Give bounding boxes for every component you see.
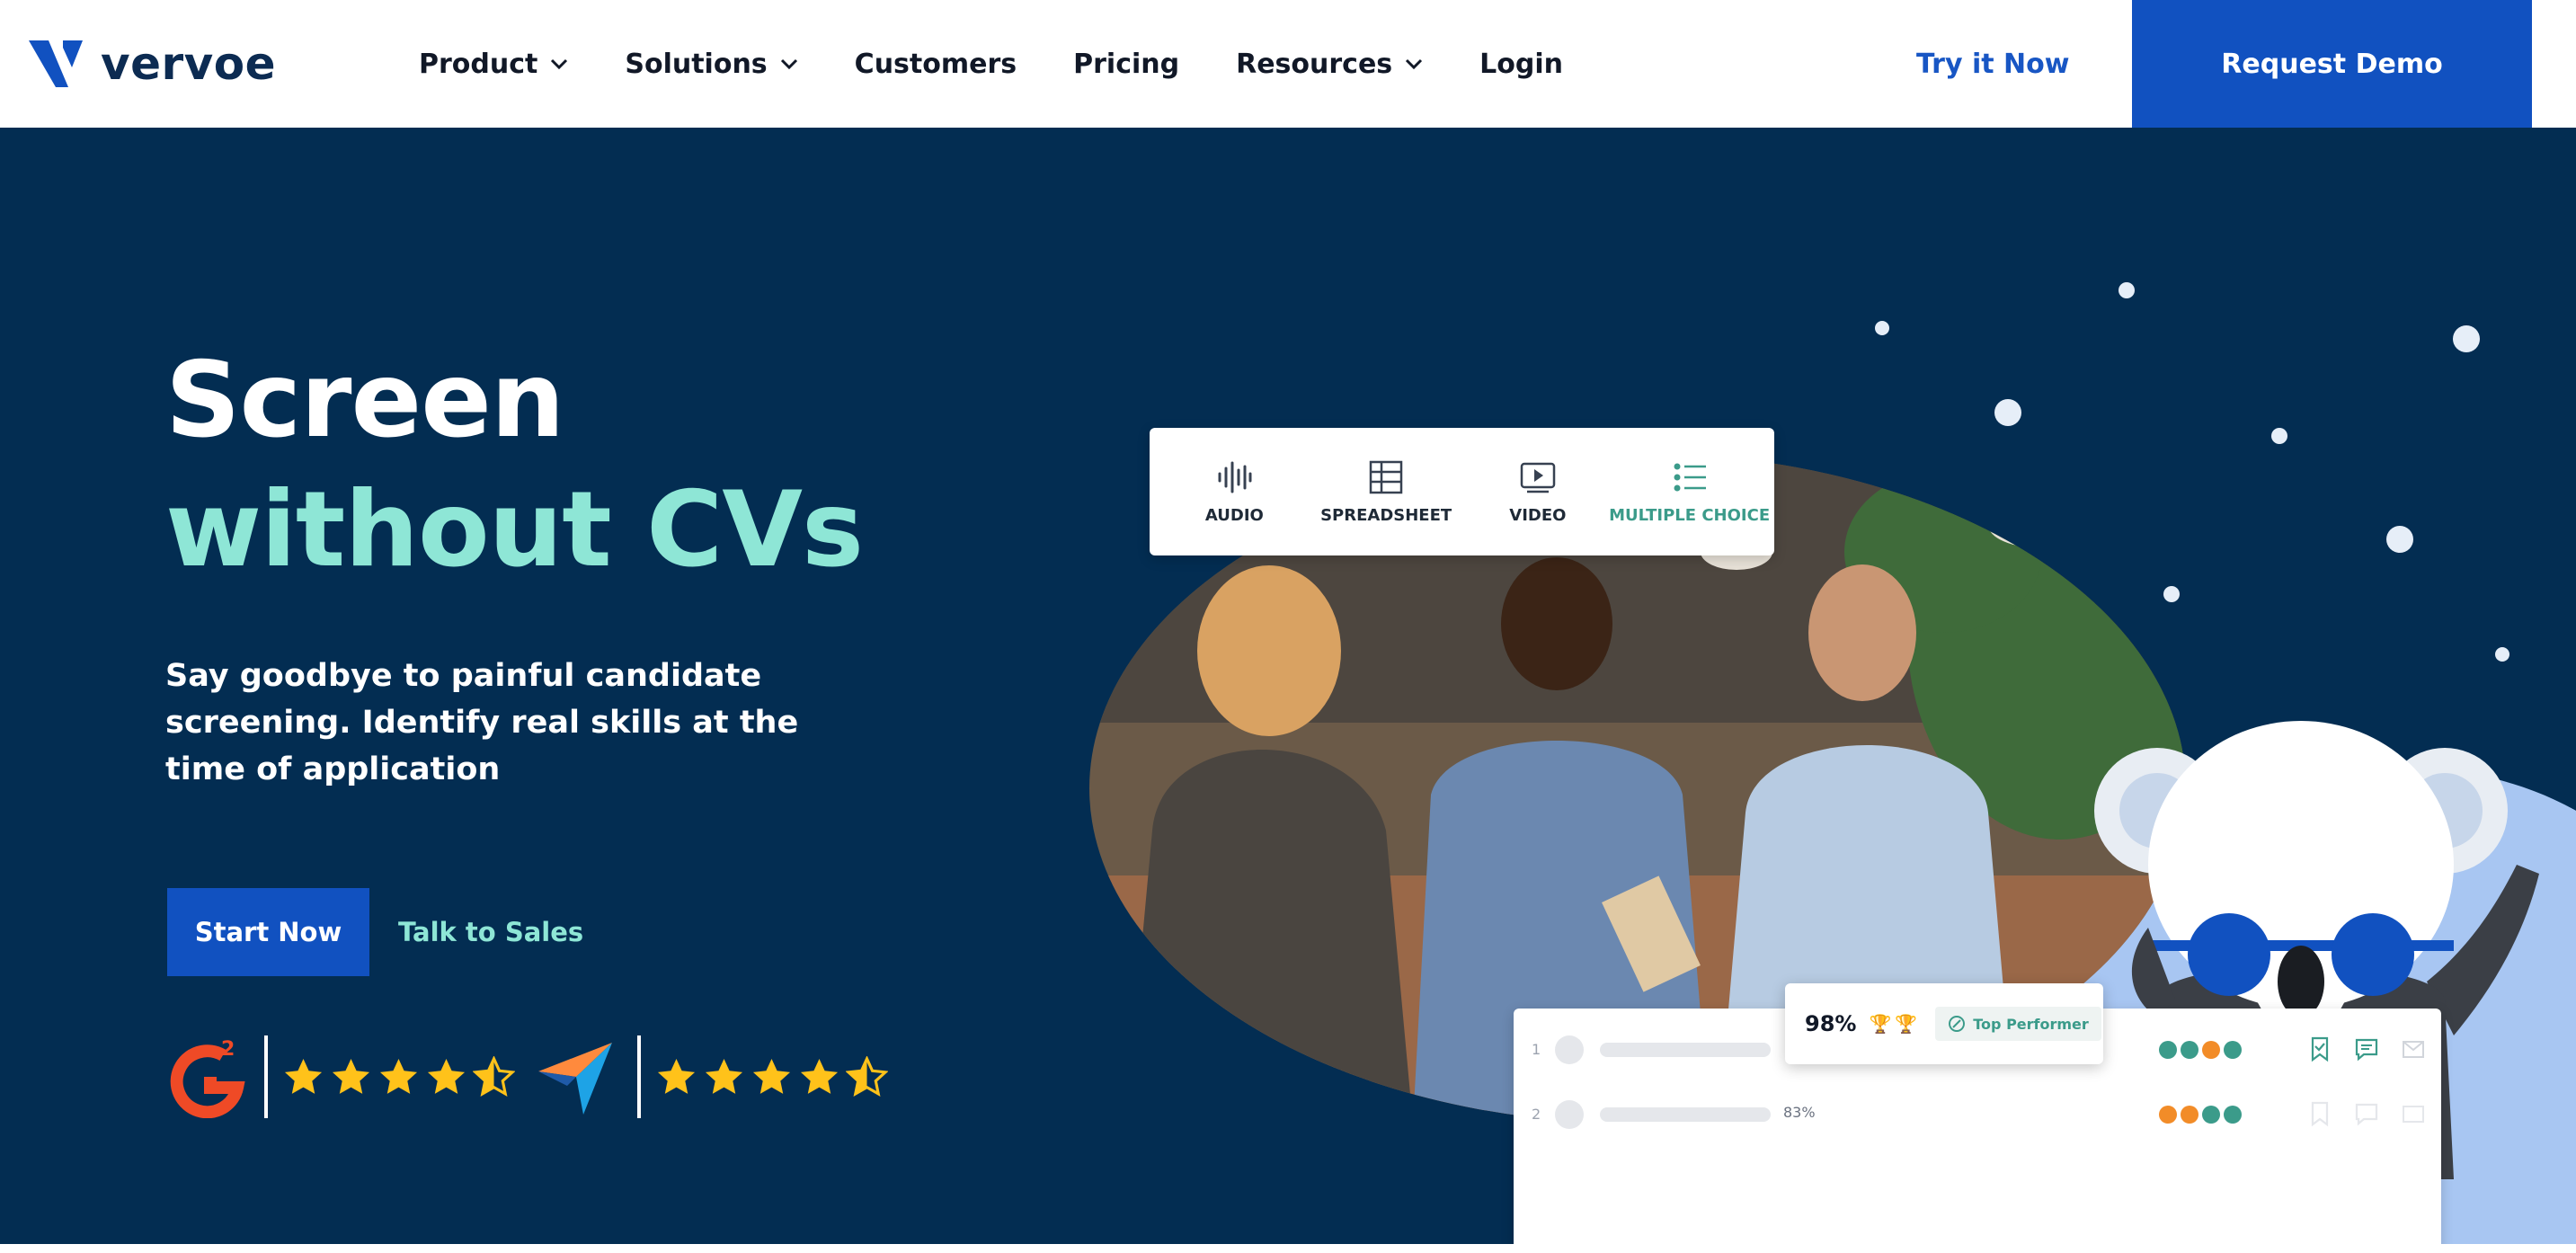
nav-item-label: Solutions <box>625 48 768 80</box>
video-icon <box>1520 462 1556 493</box>
nav-item-label: Login <box>1479 48 1563 80</box>
comment-icon[interactable] <box>2353 1035 2380 1062</box>
logo-wordmark: vervoe <box>101 38 277 90</box>
nav-item-solutions[interactable]: Solutions <box>625 49 797 80</box>
hero-section: Screen without CVs Say goodbye to painfu… <box>0 128 2576 1244</box>
row-score: 83% <box>1783 1104 1816 1121</box>
page-bottom-edge <box>0 1244 2576 1253</box>
assessment-type-video: VIDEO <box>1466 459 1610 525</box>
avatar <box>1555 1035 1584 1064</box>
comment-icon[interactable] <box>2353 1100 2380 1127</box>
row-rank: 1 <box>1532 1041 1541 1058</box>
request-demo-button[interactable]: Request Demo <box>2132 0 2532 128</box>
nav-item-login[interactable]: Login <box>1479 49 1563 80</box>
multiple-choice-icon <box>1674 463 1706 491</box>
vervoe-logo[interactable]: vervoe <box>29 34 276 93</box>
try-it-now-link[interactable]: Try it Now <box>1916 0 2069 128</box>
nav-item-label: Resources <box>1236 48 1393 80</box>
row-actions <box>2306 1100 2447 1127</box>
name-placeholder-bar <box>1600 1107 1771 1122</box>
top-navigation: vervoe Product Solutions Customers Prici… <box>0 0 2576 128</box>
nav-item-label: Pricing <box>1073 48 1180 80</box>
assessment-type-spreadsheet: SPREADSHEET <box>1314 459 1458 525</box>
leaderboard-row: 1 98% 🏆🏆 Top Performer <box>1514 983 2441 1082</box>
candidate-leaderboard: 1 98% 🏆🏆 Top Performer 2 83% <box>1514 983 2441 1244</box>
chevron-down-icon <box>780 58 797 70</box>
chevron-down-icon <box>551 58 568 70</box>
skill-dots <box>2159 1106 2245 1124</box>
send-icon[interactable] <box>2400 1100 2427 1127</box>
nav-item-customers[interactable]: Customers <box>855 49 1017 80</box>
assessment-type-label: AUDIO <box>1204 505 1264 525</box>
top-performer-badge: Top Performer <box>1935 1007 2101 1041</box>
top-score-highlight: 98% 🏆🏆 Top Performer <box>1785 983 2103 1064</box>
spreadsheet-icon <box>1369 460 1403 493</box>
chevron-down-icon <box>1406 58 1423 70</box>
assessment-type-label: MULTIPLE CHOICE <box>1609 505 1771 525</box>
nav-item-label: Customers <box>854 48 1017 80</box>
badge-label: Top Performer <box>1973 1015 2089 1033</box>
shortlist-icon[interactable] <box>2306 1100 2333 1127</box>
trophy-icon: 🏆🏆 <box>1869 1014 1922 1035</box>
leaderboard-row: 2 83% <box>1514 1084 2441 1147</box>
check-circle-icon <box>1949 1016 1966 1032</box>
assessment-type-multiple-choice: MULTIPLE CHOICE <box>1609 459 1770 525</box>
shortlist-icon[interactable] <box>2306 1035 2333 1062</box>
nav-item-resources[interactable]: Resources <box>1236 49 1423 80</box>
name-placeholder-bar <box>1600 1043 1771 1057</box>
audio-icon <box>1218 461 1252 493</box>
row-actions <box>2306 1035 2447 1062</box>
row-rank: 2 <box>1532 1106 1541 1123</box>
assessment-types-card: AUDIO SPREADSHEET VIDEO MULTIPLE CHOICE <box>1150 428 1774 555</box>
vervoe-v-icon <box>29 40 83 87</box>
main-menu: Product Solutions Customers Pricing Reso… <box>419 0 1620 128</box>
assessment-type-audio: AUDIO <box>1162 459 1306 525</box>
nav-item-label: Product <box>419 48 538 80</box>
assessment-type-label: VIDEO <box>1509 505 1567 525</box>
avatar <box>1555 1100 1584 1129</box>
assessment-type-label: SPREADSHEET <box>1320 505 1452 525</box>
nav-item-product[interactable]: Product <box>419 49 568 80</box>
send-icon[interactable] <box>2400 1035 2427 1062</box>
nav-item-pricing[interactable]: Pricing <box>1073 49 1179 80</box>
skill-dots <box>2159 1041 2245 1059</box>
top-score: 98% <box>1805 1011 1857 1036</box>
